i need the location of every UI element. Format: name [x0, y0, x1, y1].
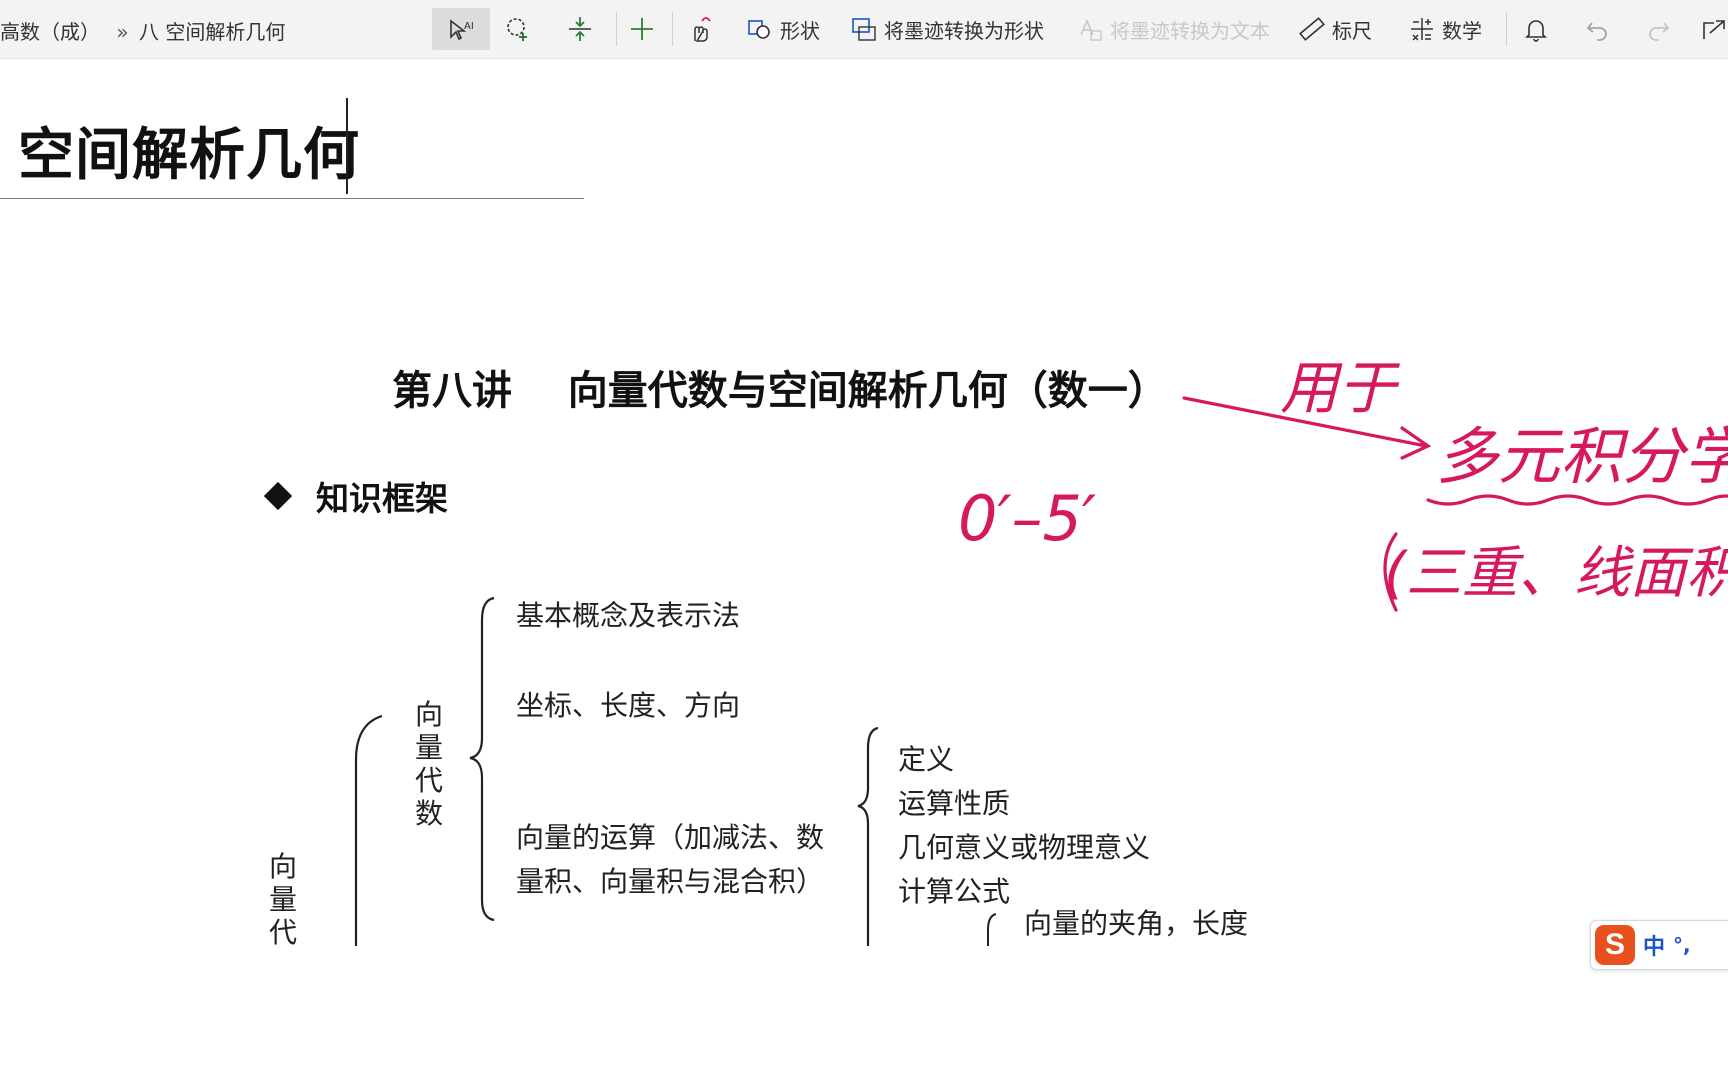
toolbar-divider [616, 12, 617, 46]
item-coordinates: 坐标、长度、方向 [516, 689, 741, 722]
math-icon [1411, 18, 1433, 41]
ink-to-shape-button[interactable]: 将墨迹转换为形状 [850, 8, 1044, 50]
text-caret [346, 98, 348, 194]
add-space-icon [507, 18, 527, 41]
outer-brace [354, 714, 383, 946]
notifications-button[interactable] [1522, 8, 1550, 50]
sub-item-properties: 运算性质 [898, 787, 1011, 820]
ruler-button[interactable]: 标尺 [1298, 8, 1372, 50]
sogou-logo-icon[interactable]: S [1595, 925, 1635, 965]
ink-to-text-label: 将墨迹转换为文本 [1110, 18, 1270, 43]
redo-button[interactable] [1644, 8, 1672, 50]
shapes-label: 形状 [780, 18, 820, 43]
share-button[interactable] [1700, 8, 1728, 50]
toolbar-divider [672, 12, 673, 46]
sub-item-meaning: 几何意义或物理意义 [898, 831, 1151, 864]
section-heading: 知识框架 [316, 479, 448, 518]
breadcrumb[interactable]: 高数（成） » 八 空间解析几何 [0, 16, 285, 45]
insert-space-button[interactable] [566, 8, 594, 50]
redo-icon [1649, 22, 1670, 41]
math-label: 数学 [1442, 18, 1482, 43]
breadcrumb-notebook[interactable]: 高数（成） [0, 20, 100, 44]
lasso-select-button[interactable]: AI [432, 8, 490, 50]
inner-branch-label: 向量代数 [414, 698, 443, 830]
ink-detail: (三重、线面积分 [1384, 541, 1728, 606]
insert-space-icon [569, 17, 591, 41]
title-underline [0, 198, 584, 199]
toolbar-divider [1506, 12, 1507, 46]
breadcrumb-separator: » [116, 20, 129, 44]
bell-icon [1525, 20, 1547, 42]
page-title[interactable]: 空间解析几何 [18, 110, 360, 191]
undo-button[interactable] [1584, 8, 1612, 50]
sub-item-angle-length: 向量的夹角，长度 [1024, 907, 1249, 940]
ime-punctuation-toggle[interactable]: °, [1673, 933, 1691, 957]
lasso-select-icon: AI [450, 19, 474, 41]
shapes-button[interactable]: 形状 [746, 8, 820, 50]
ink-arrow-head [1400, 426, 1432, 460]
item-operations-line2: 量积、向量积与混合积） [516, 865, 825, 898]
math-button[interactable]: 数学 [1408, 8, 1482, 50]
shapes-icon [748, 20, 770, 39]
diamond-bullet-icon [263, 481, 293, 511]
svg-text:AI: AI [464, 21, 474, 32]
ink-used-for: 用于 [1280, 354, 1400, 422]
plus-icon [631, 18, 653, 40]
add-space-button[interactable] [504, 8, 532, 50]
ink-to-text-button[interactable]: 将墨迹转换为文本 [1076, 8, 1270, 50]
ime-toolbar[interactable]: S 中 °, [1590, 920, 1728, 970]
ink-score: 0′–5′ [958, 482, 1096, 555]
angle-brace [987, 913, 997, 946]
add-button[interactable] [628, 8, 656, 50]
outer-branch-label: 向量代数 [268, 850, 297, 946]
lecture-title: 第八讲 向量代数与空间解析几何（数一） [392, 368, 1168, 414]
ruler-label: 标尺 [1332, 18, 1372, 43]
ink-to-text-icon [1080, 18, 1102, 41]
ink-to-shape-label: 将墨迹转换为形状 [884, 18, 1044, 43]
inner-brace [469, 596, 495, 922]
ruler-icon [1299, 17, 1325, 41]
share-icon [1703, 20, 1725, 39]
ink-paren [1383, 532, 1398, 612]
pan-touch-icon [694, 17, 711, 42]
sub-item-formula: 计算公式 [898, 875, 1011, 908]
sub-item-definition: 定义 [898, 743, 955, 776]
item-basic-concepts: 基本概念及表示法 [516, 599, 741, 632]
undo-icon [1586, 22, 1607, 41]
ime-language-toggle[interactable]: 中 [1643, 929, 1665, 961]
ribbon-toolbar: 高数（成） » 八 空间解析几何 AI 形状 将墨迹转换为形状 将墨迹转换为文本… [0, 0, 1728, 59]
item-operations-line1: 向量的运算（加减法、数 [516, 821, 825, 854]
ink-target: 多元积分学 [1436, 420, 1728, 493]
ink-arrow [1182, 396, 1428, 448]
ink-underline [1426, 494, 1728, 506]
touch-draw-button[interactable] [686, 8, 714, 50]
operations-brace [857, 726, 879, 946]
section-header: 知识框架 [263, 472, 448, 520]
breadcrumb-page[interactable]: 八 空间解析几何 [139, 20, 285, 44]
ink-to-shape-icon [852, 18, 876, 41]
